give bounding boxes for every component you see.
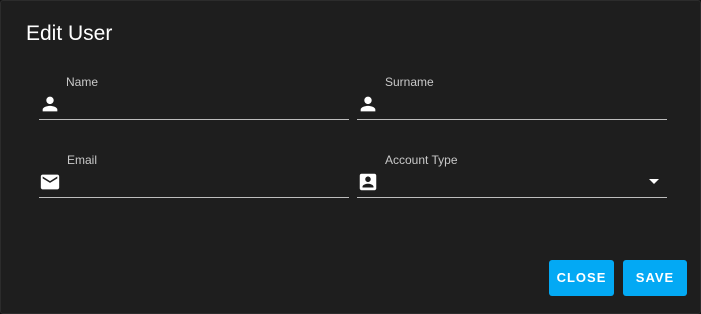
surname-underline [357, 119, 667, 120]
surname-field[interactable]: Surname [357, 75, 667, 121]
account-box-icon [357, 171, 379, 193]
account-type-value [385, 173, 635, 193]
person-icon [357, 93, 379, 115]
account-type-select[interactable]: Account Type [357, 153, 667, 199]
dialog-title: Edit User [26, 22, 113, 45]
name-field[interactable]: Name [39, 75, 349, 121]
name-label: Name [66, 75, 99, 89]
email-label: Email [67, 153, 98, 167]
close-button[interactable]: CLOSE [549, 260, 614, 296]
email-field[interactable]: Email [39, 153, 349, 199]
edit-user-dialog: Edit User Name Surname Email Account Typ… [0, 0, 701, 314]
name-underline [39, 119, 349, 120]
email-input[interactable] [67, 173, 347, 193]
mail-icon [39, 171, 61, 193]
save-button[interactable]: SAVE [623, 260, 687, 296]
account-type-underline [357, 197, 667, 198]
surname-label: Surname [385, 75, 434, 89]
name-input[interactable] [67, 95, 347, 115]
email-underline [39, 197, 349, 198]
surname-input[interactable] [385, 95, 665, 115]
chevron-down-icon[interactable] [649, 179, 659, 184]
person-icon [39, 93, 61, 115]
account-type-label: Account Type [385, 153, 458, 167]
